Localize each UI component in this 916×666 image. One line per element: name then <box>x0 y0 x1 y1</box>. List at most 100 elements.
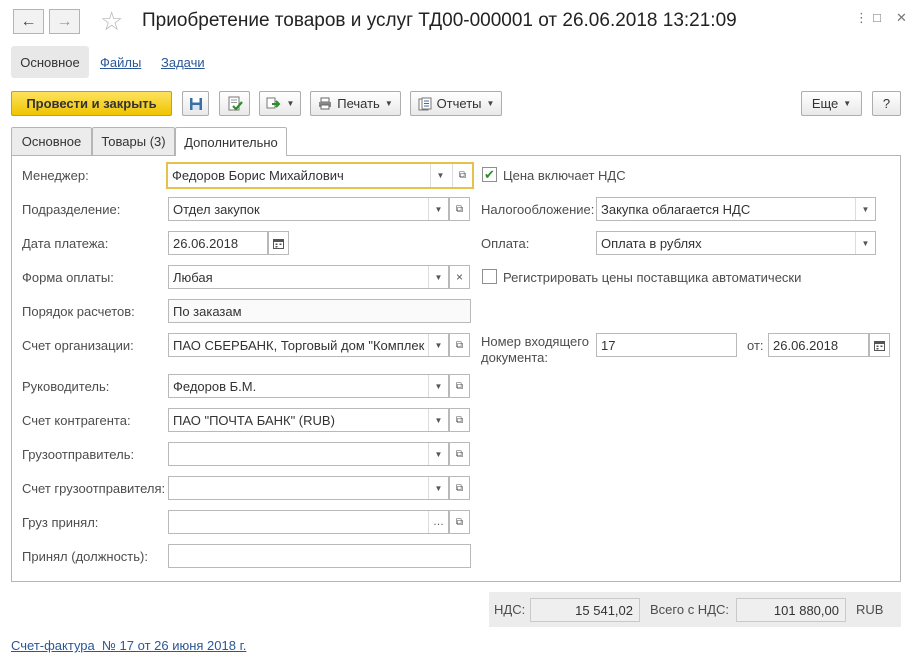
manager-field[interactable]: Федоров Борис Михайлович ▼ ⧉ <box>166 162 474 189</box>
currency-label: RUB <box>856 602 884 617</box>
payment-form-field[interactable]: Любая ▼ <box>168 265 449 289</box>
save-button[interactable] <box>182 91 209 116</box>
shipper-account-field[interactable]: ▼ <box>168 476 449 500</box>
more-icon[interactable]: ⋮ <box>855 10 868 26</box>
org-account-field[interactable]: ПАО СБЕРБАНК, Торговый дом "Комплек ▼ <box>168 333 449 357</box>
print-button[interactable]: Печать ▼ <box>310 91 401 116</box>
open-icon: ⧉ <box>455 339 464 351</box>
chevron-down-icon: ▼ <box>286 99 295 108</box>
arrow-right-icon: → <box>56 12 73 30</box>
settlement-order-field: По заказам <box>168 299 471 323</box>
chevron-down-icon: ▼ <box>843 99 852 108</box>
post-and-close-button[interactable]: Провести и закрыть <box>11 91 172 116</box>
taxation-label: Налогообложение: <box>481 202 595 217</box>
incoming-doc-label-line1: Номер входящего <box>481 334 589 349</box>
chevron-down-icon[interactable]: ▼ <box>855 198 875 220</box>
chevron-down-icon[interactable]: ▼ <box>430 164 450 187</box>
reports-icon <box>418 97 432 110</box>
incoming-date-label: от: <box>747 338 764 353</box>
help-button[interactable]: ? <box>872 91 901 116</box>
calendar-icon <box>273 238 284 249</box>
payment-date-calendar-button[interactable] <box>268 231 289 255</box>
chevron-down-icon[interactable]: ▼ <box>428 375 448 397</box>
incoming-doc-number-field[interactable]: 17 <box>596 333 737 357</box>
cargo-received-field[interactable]: … <box>168 510 449 534</box>
check-icon: ✔ <box>484 167 495 182</box>
vat-value: 15 541,02 <box>530 598 640 622</box>
shipper-open-button[interactable]: ⧉ <box>449 442 470 466</box>
chevron-down-icon[interactable]: ▼ <box>428 477 448 499</box>
department-label: Подразделение: <box>22 202 121 217</box>
director-open-button[interactable]: ⧉ <box>449 374 470 398</box>
taxation-field[interactable]: Закупка облагается НДС ▼ <box>596 197 876 221</box>
ellipsis-icon[interactable]: … <box>428 511 448 533</box>
chevron-down-icon[interactable]: ▼ <box>428 443 448 465</box>
post-document-icon <box>228 96 243 111</box>
calendar-icon <box>874 340 885 351</box>
reports-button[interactable]: Отчеты ▼ <box>410 91 502 116</box>
manager-label: Менеджер: <box>22 168 89 183</box>
tab-goods[interactable]: Товары (3) <box>92 127 175 155</box>
open-icon: ⧉ <box>455 380 464 392</box>
open-icon[interactable]: ⧉ <box>452 164 472 187</box>
cargo-received-open-button[interactable]: ⧉ <box>449 510 470 534</box>
contractor-account-open-button[interactable]: ⧉ <box>449 408 470 432</box>
tab-main[interactable]: Основное <box>11 127 92 155</box>
open-icon: ⧉ <box>455 414 464 426</box>
arrow-left-icon: ← <box>20 12 37 30</box>
back-button[interactable]: ← <box>13 9 44 34</box>
director-label: Руководитель: <box>22 379 110 394</box>
org-account-open-button[interactable]: ⧉ <box>449 333 470 357</box>
star-icon[interactable]: ☆ <box>100 6 123 37</box>
register-prices-label: Регистрировать цены поставщика автоматич… <box>503 270 802 285</box>
resize-icon[interactable]: □ <box>873 10 881 25</box>
forward-button[interactable]: → <box>49 9 80 34</box>
section-files-link[interactable]: Файлы <box>100 55 141 70</box>
payment-form-clear-button[interactable]: × <box>449 265 470 289</box>
chevron-down-icon[interactable]: ▼ <box>428 334 448 356</box>
open-icon: ⧉ <box>455 482 464 494</box>
payment-date-field[interactable]: 26.06.2018 <box>168 231 268 255</box>
price-includes-vat-checkbox[interactable]: ✔ <box>482 167 497 182</box>
director-field[interactable]: Федоров Б.М. ▼ <box>168 374 449 398</box>
vat-label: НДС: <box>494 602 526 617</box>
shipper-account-open-button[interactable]: ⧉ <box>449 476 470 500</box>
section-main[interactable]: Основное <box>11 46 89 78</box>
contractor-account-field[interactable]: ПАО "ПОЧТА БАНК" (RUB) ▼ <box>168 408 449 432</box>
shipper-label: Грузоотправитель: <box>22 447 135 462</box>
save-icon <box>189 97 202 110</box>
payment-field[interactable]: Оплата в рублях ▼ <box>596 231 876 255</box>
received-position-label: Принял (должность): <box>22 549 148 564</box>
department-open-button[interactable]: ⧉ <box>449 197 470 221</box>
create-based-on-button[interactable]: ▼ <box>259 91 301 116</box>
shipper-field[interactable]: ▼ <box>168 442 449 466</box>
printer-icon <box>319 97 332 110</box>
post-button[interactable] <box>219 91 250 116</box>
payment-label: Оплата: <box>481 236 530 251</box>
open-icon: ⧉ <box>455 516 464 528</box>
chevron-down-icon[interactable]: ▼ <box>428 266 448 288</box>
total-value: 101 880,00 <box>736 598 846 622</box>
chevron-down-icon: ▼ <box>486 99 495 108</box>
department-field[interactable]: Отдел закупок ▼ <box>168 197 449 221</box>
chevron-down-icon[interactable]: ▼ <box>428 198 448 220</box>
settlement-order-label: Порядок расчетов: <box>22 304 135 319</box>
chevron-down-icon[interactable]: ▼ <box>428 409 448 431</box>
org-account-label: Счет организации: <box>22 338 134 353</box>
chevron-down-icon[interactable]: ▼ <box>855 232 875 254</box>
received-position-field[interactable] <box>168 544 471 568</box>
more-button[interactable]: Еще ▼ <box>801 91 862 116</box>
incoming-date-calendar-button[interactable] <box>869 333 890 357</box>
tab-additional[interactable]: Дополнительно <box>175 127 287 156</box>
cargo-received-label: Груз принял: <box>22 515 99 530</box>
open-icon: ⧉ <box>455 448 464 460</box>
chevron-down-icon: ▼ <box>384 99 393 108</box>
total-label: Всего с НДС: <box>650 602 730 617</box>
incoming-date-field[interactable]: 26.06.2018 <box>768 333 869 357</box>
open-icon: ⧉ <box>455 203 464 215</box>
close-icon[interactable]: ✕ <box>896 10 907 26</box>
invoice-link[interactable]: Счет-фактура № 17 от 26 июня 2018 г. <box>11 638 246 653</box>
price-includes-vat-label: Цена включает НДС <box>503 168 626 183</box>
register-prices-checkbox[interactable] <box>482 269 497 284</box>
section-tasks-link[interactable]: Задачи <box>161 55 205 70</box>
